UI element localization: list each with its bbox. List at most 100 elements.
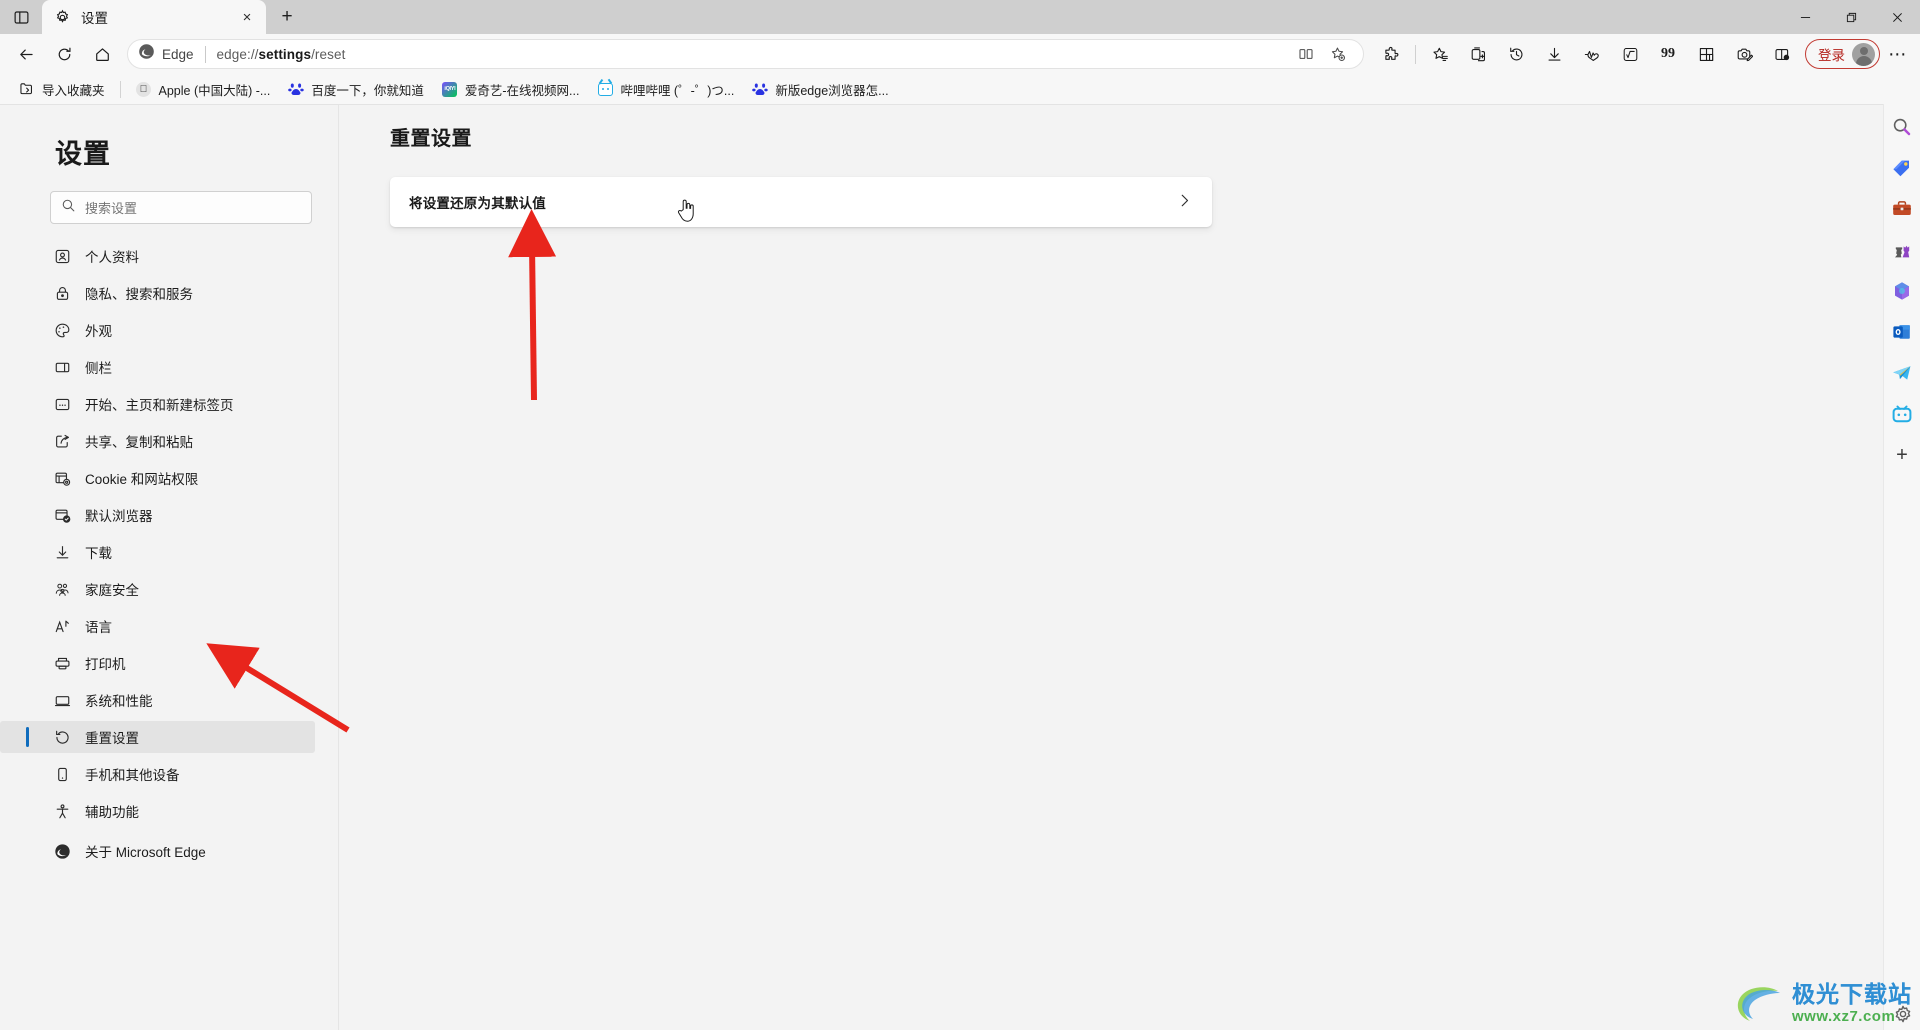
close-button[interactable]	[1874, 0, 1920, 34]
outlook-icon[interactable]	[1891, 321, 1913, 343]
minimize-button[interactable]	[1782, 0, 1828, 34]
identity-label: Edge	[162, 46, 194, 62]
sidebar-item-reset-settings[interactable]: 重置设置	[0, 721, 315, 753]
bookmark-label: 新版edge浏览器怎...	[775, 83, 889, 98]
site-identity: Edge	[138, 43, 194, 65]
cookie-icon	[54, 470, 71, 487]
restore-button[interactable]	[1828, 0, 1874, 34]
edge-sidebar-rail: +	[1883, 104, 1920, 1030]
more-options-button[interactable]: ⋯	[1880, 38, 1916, 70]
quote-icon[interactable]: 99	[1649, 38, 1687, 70]
restore-defaults-label: 将设置还原为其默认值	[409, 196, 546, 211]
extensions-icon[interactable]	[1372, 38, 1410, 70]
favorites-icon[interactable]	[1421, 38, 1459, 70]
bookmark-label: 百度一下，你就知道	[311, 83, 424, 98]
back-button[interactable]	[7, 38, 45, 70]
bookmark-item[interactable]: iQIYI 爱奇艺-在线视频网...	[433, 77, 589, 101]
sidebar-item-sidebar[interactable]: 侧栏	[0, 351, 315, 383]
accessibility-icon	[54, 803, 71, 820]
bilibili-icon	[597, 81, 613, 97]
briefcase-icon[interactable]	[1891, 198, 1913, 220]
bilibili-icon[interactable]	[1891, 403, 1913, 425]
family-icon	[54, 581, 71, 598]
shopping-tag-icon[interactable]	[1891, 157, 1913, 179]
split-screen-icon[interactable]	[1291, 41, 1321, 67]
new-tab-button[interactable]: +	[270, 0, 304, 34]
sidebar-item-label: 下载	[85, 546, 112, 561]
history-icon[interactable]	[1497, 38, 1535, 70]
split-window-icon[interactable]	[1763, 38, 1801, 70]
address-bar[interactable]: Edge edge://settings/reset	[127, 39, 1364, 69]
sidebar-item-languages[interactable]: 语言	[0, 610, 315, 642]
math-solver-icon[interactable]	[1611, 38, 1649, 70]
tab-settings[interactable]: 设置 ×	[42, 0, 266, 34]
printer-icon	[54, 655, 71, 672]
sidebar-item-label: 共享、复制和粘贴	[85, 435, 193, 450]
performance-icon[interactable]	[1573, 38, 1611, 70]
edge-logo-icon	[54, 843, 71, 860]
sidebar-item-appearance[interactable]: 外观	[0, 314, 315, 346]
sidebar-item-label: 辅助功能	[85, 805, 139, 820]
page-title: 设置	[55, 139, 111, 169]
profile-icon	[54, 248, 71, 265]
add-favorite-icon[interactable]	[1323, 41, 1353, 67]
sidebar-item-cookies[interactable]: Cookie 和网站权限	[0, 462, 315, 494]
games-icon[interactable]	[1891, 239, 1913, 261]
tab-search-button[interactable]	[0, 0, 42, 34]
sidebar-item-label: 默认浏览器	[85, 509, 153, 524]
collections-icon[interactable]	[1459, 38, 1497, 70]
sidebar-item-label: 语言	[85, 620, 112, 635]
palette-icon	[54, 322, 71, 339]
search-icon[interactable]	[1891, 116, 1913, 138]
sidebar-item-printers[interactable]: 打印机	[0, 647, 315, 679]
bookmark-item[interactable]: 百度一下，你就知道	[279, 77, 433, 101]
signin-button[interactable]: 登录	[1805, 39, 1880, 69]
bookmark-label: 爱奇艺-在线视频网...	[464, 83, 580, 98]
bookmarks-divider	[119, 80, 121, 98]
startpage-icon	[54, 396, 71, 413]
sidebar-item-about-edge[interactable]: 关于 Microsoft Edge	[0, 835, 315, 867]
settings-main-content: 重置设置 将设置还原为其默认值	[340, 105, 1883, 1030]
add-sidebar-app-button[interactable]: +	[1891, 444, 1913, 466]
avatar[interactable]	[1852, 42, 1875, 66]
import-favorites-button[interactable]: 导入收藏夹	[10, 77, 114, 101]
sidebar-item-privacy[interactable]: 隐私、搜索和服务	[0, 277, 315, 309]
sidebar-item-label: 个人资料	[85, 250, 139, 265]
gear-icon	[54, 9, 71, 26]
sidebar-item-downloads[interactable]: 下载	[0, 536, 315, 568]
language-icon	[54, 618, 71, 635]
sidebar-item-system-performance[interactable]: 系统和性能	[0, 684, 315, 716]
toolbar-divider	[1415, 44, 1416, 64]
bookmark-item[interactable]: 哔哩哔哩 (゜-゜)つ...	[588, 77, 743, 101]
home-button[interactable]	[83, 38, 121, 70]
screenshot-icon[interactable]	[1725, 38, 1763, 70]
browser-essentials-icon[interactable]	[1687, 38, 1725, 70]
sidebar-item-phone-other-devices[interactable]: 手机和其他设备	[0, 758, 315, 790]
bookmark-item[interactable]:  Apple (中国大陆) -...	[127, 77, 280, 101]
downloads-icon[interactable]	[1535, 38, 1573, 70]
restore-defaults-card[interactable]: 将设置还原为其默认值	[390, 177, 1212, 227]
import-favorites-label: 导入收藏夹	[42, 83, 105, 98]
telegram-icon[interactable]	[1891, 362, 1913, 384]
microsoft365-icon[interactable]	[1891, 280, 1913, 302]
settings-page: 设置 搜索设置 个人资料 隐私、搜索和服务 外观 侧栏 开始、主页和新建标签页 …	[0, 104, 1883, 1030]
refresh-button[interactable]	[45, 38, 83, 70]
sidebar-item-default-browser[interactable]: 默认浏览器	[0, 499, 315, 531]
sidebar-item-accessibility[interactable]: 辅助功能	[0, 795, 315, 827]
sidebar-item-family-safety[interactable]: 家庭安全	[0, 573, 315, 605]
system-icon	[54, 692, 71, 709]
settings-sidebar: 设置 搜索设置 个人资料 隐私、搜索和服务 外观 侧栏 开始、主页和新建标签页 …	[0, 105, 339, 1030]
search-settings-input[interactable]: 搜索设置	[50, 191, 312, 224]
sidebar-item-start-home-newtab[interactable]: 开始、主页和新建标签页	[0, 388, 315, 420]
bookmark-item[interactable]: 新版edge浏览器怎...	[743, 77, 897, 101]
reset-icon	[54, 729, 71, 746]
close-tab-button[interactable]: ×	[236, 6, 258, 28]
default-browser-icon	[54, 507, 71, 524]
baidu-icon	[288, 81, 305, 97]
hand-cursor	[677, 199, 694, 222]
add-icon: +	[1896, 444, 1908, 466]
sidebar-item-share-copy-paste[interactable]: 共享、复制和粘贴	[0, 425, 315, 457]
sidebar-item-profile[interactable]: 个人资料	[0, 240, 315, 272]
sidebar-item-label: 外观	[85, 324, 112, 339]
baidu-icon	[752, 81, 769, 97]
